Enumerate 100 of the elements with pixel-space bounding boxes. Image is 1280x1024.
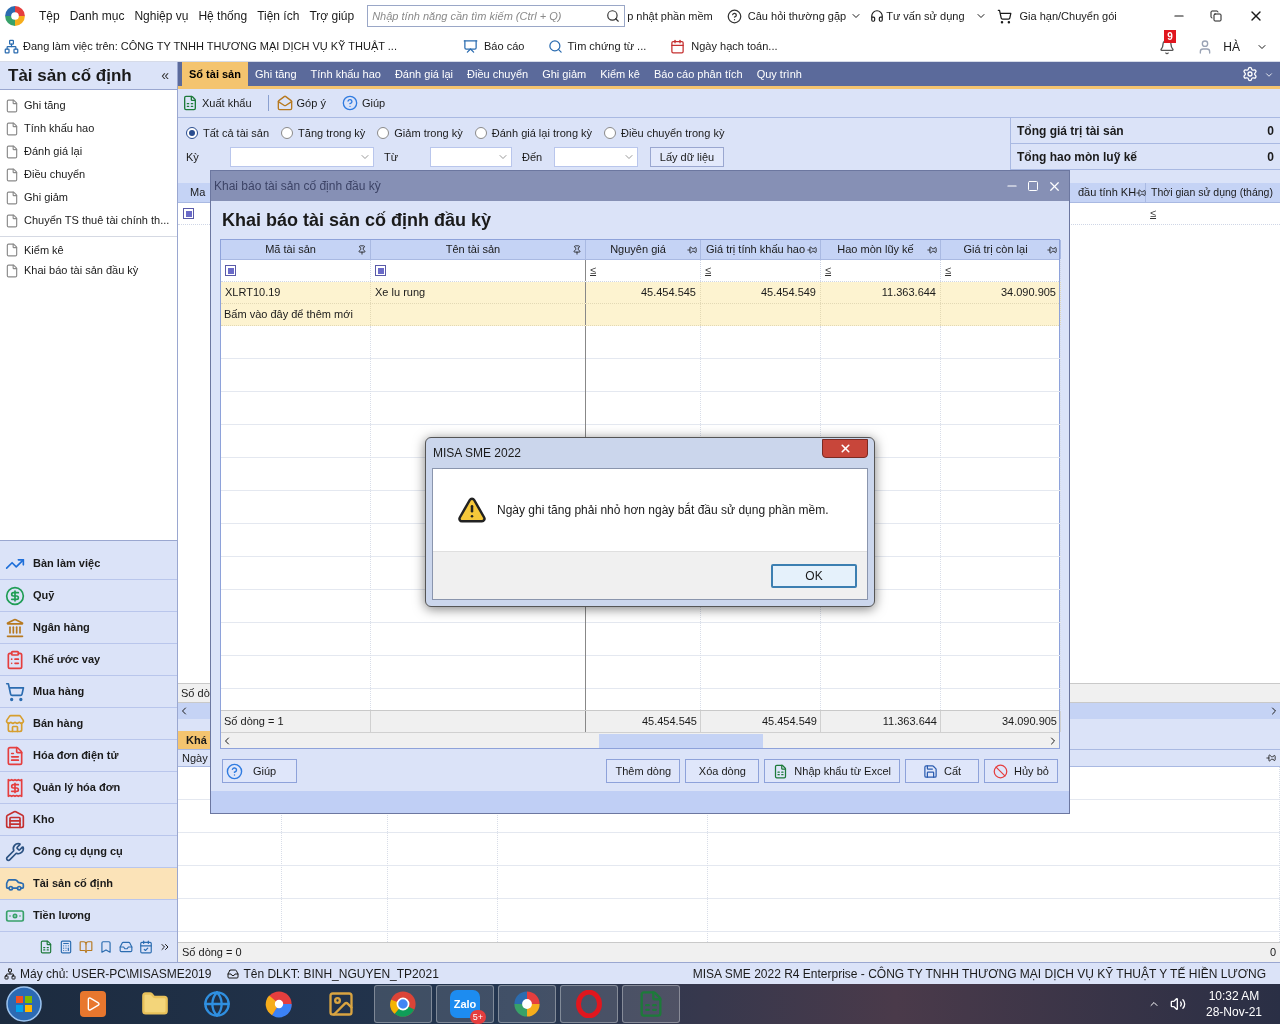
tab[interactable]: Ghi giảm <box>535 62 594 86</box>
menu-item[interactable]: Danh mục <box>64 7 130 25</box>
column-header[interactable]: Giá trị tính khấu hao <box>701 240 821 259</box>
clock-time[interactable]: 10:32 AM <box>1208 988 1260 1004</box>
sidebar-item[interactable]: Ghi giảm <box>24 189 69 206</box>
sidebar-item[interactable]: Kiểm kê <box>24 241 64 259</box>
find-voucher-link[interactable]: Tìm chứng từ ... <box>567 38 647 55</box>
calendar-icon[interactable] <box>139 940 153 954</box>
filter-operator[interactable]: ≤ <box>705 262 712 279</box>
report-link[interactable]: Báo cáo <box>484 38 525 55</box>
menu-item[interactable]: Hệ thống <box>193 7 253 25</box>
pin-icon[interactable] <box>1136 187 1147 198</box>
filter-operator[interactable]: ≤ <box>1150 205 1280 222</box>
toolbar-button[interactable]: Giúp <box>361 94 386 112</box>
sidebar-item[interactable]: Điều chuyển <box>24 166 86 183</box>
radio-label[interactable]: Điều chuyển trong kỳ <box>621 124 725 142</box>
filter-mode-icon[interactable] <box>183 208 194 219</box>
radio-button[interactable] <box>281 127 294 139</box>
column-header[interactable]: Giá trị còn lại <box>941 240 1061 259</box>
bell-icon[interactable] <box>1159 38 1176 55</box>
menu-item[interactable]: Trợ giúp <box>304 7 360 25</box>
radio-button[interactable] <box>604 127 617 139</box>
user-name[interactable]: HÀ <box>1223 37 1240 56</box>
radio-label[interactable]: Tất cả tài sản <box>203 124 270 142</box>
filter-operator[interactable]: ≤ <box>825 262 832 279</box>
menu-item[interactable]: Tệp <box>34 7 65 25</box>
pin-icon[interactable] <box>357 244 367 255</box>
posting-date-link[interactable]: Ngày hạch toán... <box>691 38 778 55</box>
start-button[interactable] <box>4 985 44 1023</box>
radio-button[interactable] <box>377 127 390 139</box>
caret-icon[interactable] <box>1264 70 1274 80</box>
update-link[interactable]: p nhật phần mềm <box>627 7 713 25</box>
column-header[interactable]: Tên tài sản <box>371 240 586 259</box>
add-row-hint[interactable]: Bấm vào đây để thêm mới <box>221 304 371 325</box>
radio-label[interactable]: Tăng trong kỳ <box>298 124 366 142</box>
dialog-button[interactable]: Xóa dòng <box>685 759 760 783</box>
filter-operator[interactable]: ≤ <box>945 262 952 279</box>
tab[interactable]: Tính khấu hao <box>303 62 388 86</box>
pin-icon[interactable] <box>807 244 817 255</box>
pin-icon[interactable] <box>572 244 582 255</box>
filter-mode-icon[interactable] <box>375 265 386 276</box>
support-link[interactable]: Tư vấn sử dụng <box>886 7 965 25</box>
to-date-field[interactable] <box>554 147 638 167</box>
help-button[interactable]: Giúp <box>222 759 297 783</box>
tab[interactable]: Đánh giá lại <box>387 62 460 86</box>
pin-icon[interactable] <box>927 244 937 255</box>
inbox-icon[interactable] <box>119 940 133 954</box>
taskbar-button[interactable] <box>498 985 556 1023</box>
menu-item[interactable]: Nghiệp vụ <box>129 7 194 25</box>
more-icon[interactable] <box>159 941 171 953</box>
radio-label[interactable]: Giảm trong kỳ <box>394 124 463 142</box>
dialog-button[interactable]: Hủy bỏ <box>984 759 1058 783</box>
from-date-field[interactable] <box>430 147 512 167</box>
toolbar-button[interactable]: Xuất khẩu <box>202 94 252 112</box>
column-header[interactable]: Thời gian sử dụng (tháng) <box>1146 184 1280 201</box>
radio-button[interactable] <box>474 127 487 139</box>
sidebar-item[interactable]: Tính khấu hao <box>24 120 95 137</box>
module-item[interactable]: Tài sản cố định <box>0 868 177 900</box>
restore-icon[interactable] <box>1210 10 1222 22</box>
tab[interactable]: Sổ tài sản <box>182 62 248 86</box>
taskbar-button[interactable] <box>374 985 432 1023</box>
tab[interactable]: Quy trình <box>749 62 809 86</box>
calculator-icon[interactable] <box>59 940 73 954</box>
pin-icon[interactable] <box>687 244 697 255</box>
column-header[interactable]: Ma <box>178 184 206 201</box>
book-icon[interactable] <box>79 940 93 954</box>
tab[interactable]: Điều chuyển <box>460 62 536 86</box>
pin-icon[interactable] <box>1047 244 1057 255</box>
sidebar-item[interactable]: Ghi tăng <box>24 97 66 114</box>
fetch-data-button[interactable]: Lấy dữ liệu <box>650 147 724 167</box>
maximize-icon[interactable] <box>1027 180 1039 192</box>
column-header[interactable]: Mã tài sản <box>221 240 371 259</box>
settings-icon[interactable] <box>1242 66 1258 82</box>
filter-mode-icon[interactable] <box>225 265 236 276</box>
scrollbar-thumb[interactable] <box>599 733 763 748</box>
radio-button[interactable] <box>186 127 198 139</box>
dialog-button[interactable]: Thêm dòng <box>606 759 681 783</box>
renew-link[interactable]: Gia hạn/Chuyển gói <box>1019 7 1117 25</box>
tab[interactable]: Khá <box>178 731 210 749</box>
toolbar-button[interactable]: Góp ý <box>296 94 326 112</box>
tab[interactable]: Ghi tăng <box>247 62 304 86</box>
tab[interactable]: Kiểm kê <box>593 62 647 86</box>
column-header[interactable]: Hao mòn lũy kế <box>821 240 941 259</box>
sidebar-item[interactable]: Chuyển TS thuê tài chính th... <box>24 212 170 229</box>
taskbar-button[interactable]: Zalo 5+ <box>436 985 494 1023</box>
column-header[interactable]: đầu tính KH <box>1072 182 1146 203</box>
sidebar-item[interactable]: Khai báo tài sản đầu kỳ <box>24 262 139 279</box>
search-field[interactable]: Nhập tính năng cần tìm kiếm (Ctrl + Q) <box>367 5 626 27</box>
collapse-button[interactable]: « <box>161 65 169 86</box>
pin-icon[interactable] <box>1266 753 1276 763</box>
bookmark-icon[interactable] <box>99 940 113 954</box>
dialog-button[interactable]: Cất <box>905 759 979 783</box>
dialog-button[interactable]: Nhập khẩu từ Excel <box>764 759 900 783</box>
speaker-icon[interactable] <box>1169 996 1186 1012</box>
spreadsheet-icon[interactable] <box>39 940 53 954</box>
filter-operator[interactable]: ≤ <box>590 262 597 279</box>
tab[interactable]: Báo cáo phân tích <box>646 62 750 86</box>
menu-item[interactable]: Tiện ích <box>252 7 305 25</box>
clock-date[interactable]: 28-Nov-21 <box>1205 1004 1262 1020</box>
column-header[interactable]: Nguyên giá <box>586 240 701 259</box>
